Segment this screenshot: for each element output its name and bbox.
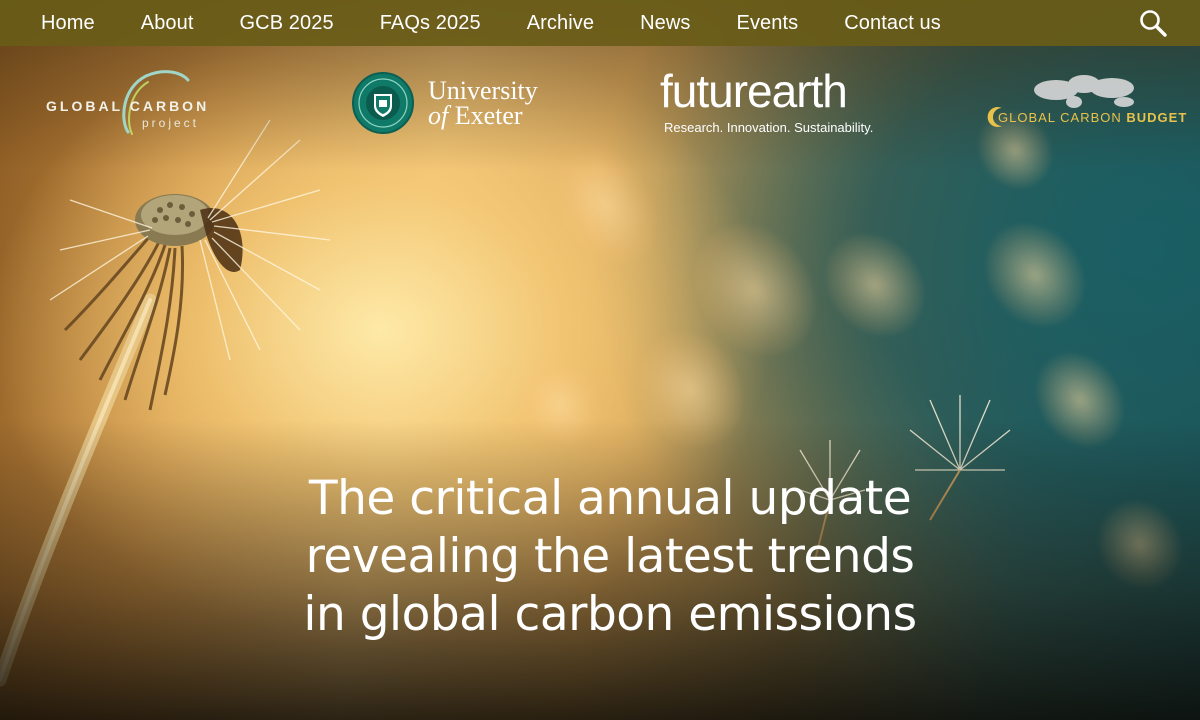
- nav-item-archive[interactable]: Archive: [527, 12, 594, 35]
- nav-links: Home About GCB 2025 FAQs 2025 Archive Ne…: [41, 12, 987, 35]
- exeter-logo-line2: of Exeter: [428, 101, 523, 130]
- nav-item-gcb-2025[interactable]: GCB 2025: [240, 12, 334, 35]
- future-earth-tagline: Research. Innovation. Sustainability.: [664, 120, 874, 135]
- gcb-logo-text: GLOBAL CARBON BUDGET: [998, 110, 1188, 125]
- global-carbon-project-logo[interactable]: GLOBAL CARBON project: [46, 68, 226, 140]
- nav-item-news[interactable]: News: [640, 12, 690, 35]
- top-navigation: Home About GCB 2025 FAQs 2025 Archive Ne…: [0, 0, 1200, 46]
- nav-item-contact-us[interactable]: Contact us: [844, 12, 941, 35]
- search-icon: [1140, 10, 1167, 37]
- hero-headline-line-1: The critical annual update: [308, 471, 912, 526]
- nav-item-about[interactable]: About: [141, 12, 194, 35]
- university-of-exeter-logo[interactable]: University of Exeter: [352, 70, 552, 140]
- nav-item-faqs-2025[interactable]: FAQs 2025: [380, 12, 481, 35]
- hero-headline: The critical annual update revealing the…: [220, 470, 1000, 644]
- hero-headline-line-2: revealing the latest trends: [305, 529, 915, 584]
- nav-item-events[interactable]: Events: [737, 12, 799, 35]
- exeter-crest-icon: [352, 72, 414, 134]
- hero-headline-line-3: in global carbon emissions: [303, 587, 917, 642]
- gcp-logo-title: GLOBAL CARBON: [46, 98, 210, 114]
- future-earth-logo[interactable]: futurearth Research. Innovation. Sustain…: [660, 65, 874, 140]
- global-carbon-budget-logo[interactable]: GLOBAL CARBON BUDGET: [984, 72, 1186, 134]
- search-button[interactable]: [1138, 8, 1168, 38]
- nav-item-home[interactable]: Home: [41, 12, 95, 35]
- gcp-logo-subtitle: project: [142, 116, 200, 130]
- world-map-icon: [1034, 75, 1134, 108]
- future-earth-wordmark: futurearth: [660, 65, 848, 117]
